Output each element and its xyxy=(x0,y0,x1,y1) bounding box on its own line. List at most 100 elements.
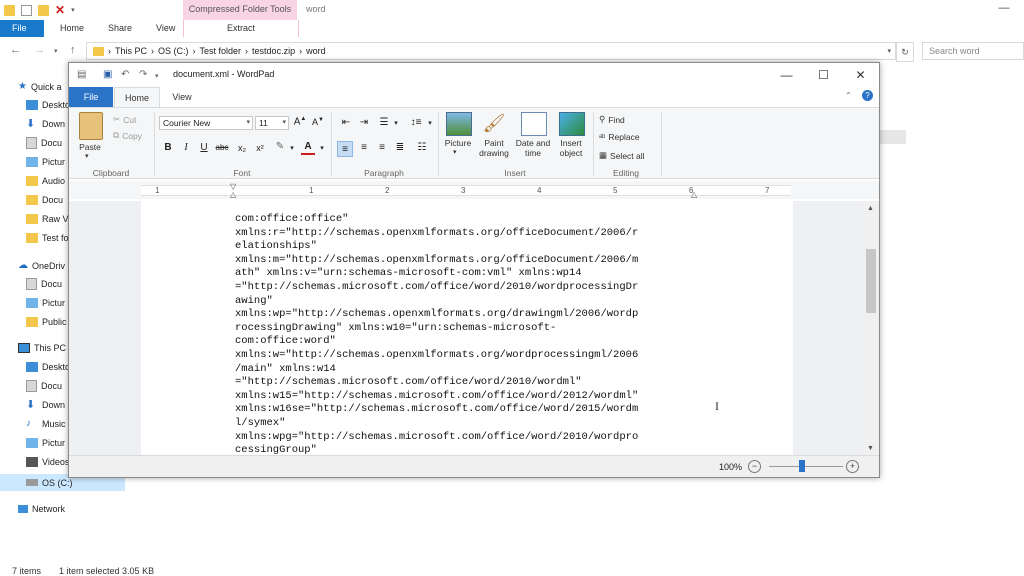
chevron-down-icon[interactable]: ▾ xyxy=(285,144,299,152)
bold-icon[interactable]: B xyxy=(161,142,175,153)
decrease-indent-icon[interactable]: ⇤ xyxy=(339,117,353,128)
superscript-icon[interactable]: x² xyxy=(253,143,267,153)
document-text[interactable]: com:office:office" xmlns:r="http://schem… xyxy=(235,213,705,458)
shrink-font-icon[interactable]: A▼ xyxy=(311,117,325,127)
breadcrumb-os-c[interactable]: OS (C:) xyxy=(158,46,189,56)
tab-home[interactable]: Home xyxy=(44,20,96,37)
refresh-icon[interactable]: ↻ xyxy=(896,42,914,62)
properties-icon[interactable] xyxy=(21,4,32,16)
nav-onedrive[interactable]: ☁ OneDriv xyxy=(18,257,65,274)
maximize-icon[interactable]: ☐ xyxy=(805,63,842,87)
zoom-in-icon[interactable]: + xyxy=(846,460,859,473)
nav-item[interactable]: ⬇ Down xyxy=(26,115,65,132)
strikethrough-icon[interactable]: abc xyxy=(215,143,229,152)
back-arrow-icon[interactable]: ← xyxy=(10,44,21,56)
nav-item[interactable]: Test fo xyxy=(26,229,69,246)
tab-file[interactable]: File xyxy=(0,20,44,37)
line-spacing-icon[interactable]: ↕≡ xyxy=(409,117,423,128)
ruler[interactable]: 1 1 2 3 4 5 6 7 ▽ △ △ xyxy=(69,181,879,199)
align-left-icon[interactable]: ≡ xyxy=(337,141,353,157)
date-and-time-button[interactable]: Date and time xyxy=(513,138,553,158)
zoom-out-icon[interactable]: − xyxy=(748,460,761,473)
nav-item[interactable]: Videos xyxy=(26,453,69,470)
nav-quick-access[interactable]: ★ Quick a xyxy=(18,78,61,95)
nav-item[interactable]: Deskto xyxy=(26,358,70,375)
zoom-slider-thumb[interactable] xyxy=(799,460,805,472)
picture-icon[interactable] xyxy=(446,112,472,136)
left-indent-marker[interactable]: △ xyxy=(230,190,236,199)
recent-locations-icon[interactable]: ▾ xyxy=(54,47,58,55)
select-all-button[interactable]: ▦ Select all xyxy=(599,150,645,161)
replace-button[interactable]: ᵃᵇ Replace xyxy=(599,132,640,142)
nav-item[interactable]: Docu xyxy=(26,377,62,394)
close-icon[interactable]: ✕ xyxy=(842,63,879,87)
customize-qat-icon[interactable]: ▾ xyxy=(71,6,75,14)
nav-item[interactable]: ♪ Music xyxy=(26,415,66,432)
document-page[interactable]: com:office:office" xmlns:r="http://schem… xyxy=(141,201,793,458)
search-input[interactable]: Search word xyxy=(922,42,1024,60)
chevron-down-icon[interactable]: ▾ xyxy=(453,148,457,158)
picture-button[interactable]: Picture xyxy=(441,138,475,148)
nav-item-os-c[interactable]: OS (C:) xyxy=(26,474,73,491)
align-center-icon[interactable]: ≡ xyxy=(357,142,371,153)
cut-button[interactable]: ✂ Cut xyxy=(113,114,136,125)
calendar-clock-icon[interactable] xyxy=(521,112,547,136)
underline-icon[interactable]: U xyxy=(197,142,211,153)
paint-drawing-icon[interactable]: 🖌 xyxy=(482,112,506,134)
minimize-ribbon-icon[interactable]: ⌃ xyxy=(845,91,852,100)
scrollbar-thumb[interactable] xyxy=(866,249,876,313)
help-icon[interactable]: ? xyxy=(862,90,873,101)
undo-icon[interactable]: ↶ xyxy=(121,69,129,80)
breadcrumb-testdoc-zip[interactable]: testdoc.zip xyxy=(252,46,295,56)
minimize-icon[interactable]: — xyxy=(984,2,1024,14)
paragraph-settings-icon[interactable]: ☷ xyxy=(415,142,429,153)
font-family-select[interactable]: Courier New ▾ xyxy=(159,116,253,130)
breadcrumb-word[interactable]: word xyxy=(306,46,326,56)
grow-font-icon[interactable]: A▲ xyxy=(293,116,307,127)
chevron-down-icon[interactable]: ▾ xyxy=(423,119,437,127)
vertical-scrollbar[interactable] xyxy=(863,201,879,455)
tab-view[interactable]: View xyxy=(162,87,202,107)
insert-object-icon[interactable] xyxy=(559,112,585,136)
nav-this-pc[interactable]: This PC xyxy=(18,339,66,356)
customize-qat-icon[interactable]: ▾ xyxy=(155,72,159,80)
copy-button[interactable]: ⧉ Copy xyxy=(113,130,142,141)
nav-network[interactable]: Network xyxy=(18,500,65,517)
tab-extract[interactable]: Extract xyxy=(183,20,299,37)
find-button[interactable]: ⚲ Find xyxy=(599,114,625,125)
tab-home[interactable]: Home xyxy=(114,87,160,107)
paste-button[interactable]: Paste xyxy=(75,142,105,152)
font-size-select[interactable]: 11 ▾ xyxy=(255,116,289,130)
delete-icon[interactable]: ✕ xyxy=(55,4,65,16)
increase-indent-icon[interactable]: ⇥ xyxy=(357,117,371,128)
breadcrumb-test-folder[interactable]: Test folder xyxy=(200,46,242,56)
nav-item[interactable]: Docu xyxy=(26,134,62,151)
tab-share[interactable]: Share xyxy=(96,20,144,37)
minimize-icon[interactable]: — xyxy=(768,63,805,87)
wordpad-app-icon[interactable]: ▤ xyxy=(77,69,86,80)
breadcrumb-this-pc[interactable]: This PC xyxy=(115,46,147,56)
new-folder-icon[interactable] xyxy=(38,4,49,16)
address-bar[interactable]: › This PC › OS (C:) › Test folder › test… xyxy=(86,42,896,60)
justify-icon[interactable]: ≣ xyxy=(393,142,407,153)
align-right-icon[interactable]: ≡ xyxy=(375,142,389,153)
folder-icon[interactable] xyxy=(4,4,15,16)
paste-icon[interactable] xyxy=(79,112,103,140)
scroll-down-icon[interactable]: ▼ xyxy=(867,445,874,452)
zoom-slider[interactable] xyxy=(769,466,843,467)
nav-item[interactable]: ⬇ Down xyxy=(26,396,65,413)
nav-item[interactable]: Audio xyxy=(26,172,65,189)
nav-item[interactable]: Raw V xyxy=(26,210,69,227)
nav-item[interactable]: Pictur xyxy=(26,434,65,451)
up-arrow-icon[interactable]: ↑ xyxy=(70,44,76,56)
nav-item[interactable]: Docu xyxy=(26,191,63,208)
tab-view[interactable]: View xyxy=(144,20,187,37)
nav-item[interactable]: Public xyxy=(26,313,67,330)
nav-item[interactable]: Deskto xyxy=(26,96,70,113)
paste-dropdown-icon[interactable]: ▾ xyxy=(85,152,89,162)
subscript-icon[interactable]: x₂ xyxy=(235,143,249,153)
italic-icon[interactable]: I xyxy=(179,142,193,153)
save-icon[interactable]: ▣ xyxy=(103,69,112,80)
insert-object-button[interactable]: Insert object xyxy=(553,138,589,158)
chevron-down-icon[interactable]: ▾ xyxy=(315,144,329,152)
